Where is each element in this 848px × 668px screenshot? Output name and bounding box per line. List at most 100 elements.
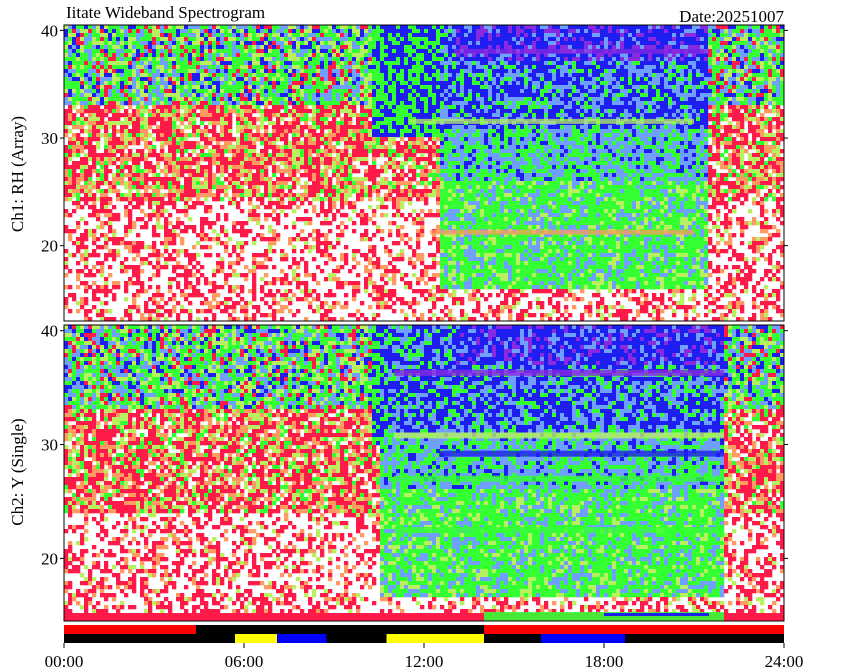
spectrogram-cell — [116, 53, 120, 57]
spectrogram-cell — [252, 241, 256, 245]
spectrogram-cell — [212, 29, 216, 33]
spectrogram-cell — [100, 33, 104, 37]
spectrogram-cell — [68, 169, 72, 173]
spectrogram-cell — [68, 37, 72, 41]
spectrogram-cell — [148, 93, 152, 97]
spectrogram-cell — [204, 41, 208, 45]
spectrogram-cell — [132, 97, 136, 101]
spectrogram-cell — [244, 241, 248, 245]
spectrogram-cell — [152, 185, 156, 189]
spectrogram-cell — [188, 273, 192, 277]
spectrogram-cell — [192, 109, 196, 113]
spectrogram-cell — [132, 301, 136, 305]
spectrogram-cell — [128, 209, 132, 213]
spectrogram-cell — [216, 109, 220, 113]
spectrogram-cell — [252, 185, 256, 189]
spectrogram-cell — [152, 53, 156, 57]
spectrogram-cell — [104, 57, 108, 61]
spectrogram-cell — [68, 41, 72, 45]
spectrogram-cell — [208, 97, 212, 101]
spectrogram-cell — [96, 97, 100, 101]
spectrogram-cell — [128, 121, 132, 125]
spectrogram-cell — [140, 125, 144, 129]
spectrogram-cell — [112, 145, 116, 149]
spectrogram-cell — [68, 145, 72, 149]
spectrogram-cell — [108, 53, 112, 57]
spectrogram-cell — [184, 297, 188, 301]
spectrogram-cell — [232, 273, 236, 277]
spectrogram-cell — [104, 193, 108, 197]
spectrogram-cell — [172, 93, 176, 97]
spectrogram-cell — [84, 285, 88, 289]
spectrogram-cell — [140, 93, 144, 97]
spectrogram-cell — [104, 37, 108, 41]
spectrogram-cell — [232, 57, 236, 61]
spectrogram-cell — [236, 293, 240, 297]
spectrogram-cell — [256, 85, 260, 89]
spectrogram-cell — [120, 37, 124, 41]
spectrogram-cell — [232, 309, 236, 313]
spectrogram-cell — [184, 69, 188, 73]
spectrogram-cell — [124, 197, 128, 201]
spectrogram-cell — [64, 49, 68, 53]
spectrogram-cell — [100, 37, 104, 41]
spectrogram-cell — [144, 33, 148, 37]
spectrogram-cell — [144, 81, 148, 85]
spectrogram-cell — [152, 201, 156, 205]
spectrogram-cell — [196, 129, 200, 133]
spectrogram-cell — [72, 297, 76, 301]
spectrogram-cell — [88, 273, 92, 277]
spectrogram-cell — [248, 181, 252, 185]
spectrogram-cell — [84, 105, 88, 109]
spectrogram-cell — [76, 65, 80, 69]
spectrogram-cell — [124, 53, 128, 57]
spectrogram-cell — [232, 25, 236, 29]
spectrogram-cell — [236, 101, 240, 105]
spectrogram-cell — [248, 125, 252, 129]
spectrogram-cell — [208, 29, 212, 33]
spectrogram-cell — [176, 137, 180, 141]
spectrogram-cell — [168, 169, 172, 173]
spectrogram-cell — [92, 169, 96, 173]
spectrogram-cell — [64, 25, 68, 29]
spectrogram-cell — [144, 101, 148, 105]
spectrogram-cell — [216, 117, 220, 121]
spectrogram-cell — [156, 129, 160, 133]
spectrogram-cell — [88, 197, 92, 201]
spectrogram-cell — [228, 61, 232, 65]
spectrogram-cell — [92, 121, 96, 125]
spectrogram-cell — [100, 93, 104, 97]
spectrogram-cell — [220, 261, 224, 265]
spectrogram-cell — [180, 197, 184, 201]
spectrogram-cell — [228, 145, 232, 149]
spectrogram-cell — [236, 205, 240, 209]
spectrogram-cell — [164, 81, 168, 85]
spectrogram-cell — [156, 153, 160, 157]
spectrogram-cell — [156, 305, 160, 309]
spectrogram-cell — [104, 285, 108, 289]
spectrogram-cell — [204, 233, 208, 237]
spectrogram-cell — [252, 269, 256, 273]
spectrogram-cell — [64, 45, 68, 49]
spectrogram-cell — [84, 153, 88, 157]
spectrogram-cell — [92, 33, 96, 37]
spectrogram-cell — [80, 81, 84, 85]
spectrogram-cell — [168, 85, 172, 89]
spectrogram-cell — [80, 245, 84, 249]
spectrogram-cell — [220, 153, 224, 157]
spectrogram-cell — [176, 161, 180, 165]
spectrogram-cell — [224, 25, 228, 29]
spectrogram-cell — [156, 65, 160, 69]
spectrogram-cell — [128, 281, 132, 285]
spectrogram-cell — [152, 73, 156, 77]
spectrogram-cell — [200, 137, 204, 141]
spectrogram-cell — [244, 53, 248, 57]
spectrogram-cell — [140, 289, 144, 293]
spectrogram-cell — [96, 73, 100, 77]
spectrogram-cell — [116, 149, 120, 153]
spectrogram-cell — [108, 97, 112, 101]
spectrogram-cell — [212, 93, 216, 97]
spectrogram-cell — [188, 177, 192, 181]
spectrogram-cell — [236, 29, 240, 33]
spectrogram-cell — [132, 305, 136, 309]
